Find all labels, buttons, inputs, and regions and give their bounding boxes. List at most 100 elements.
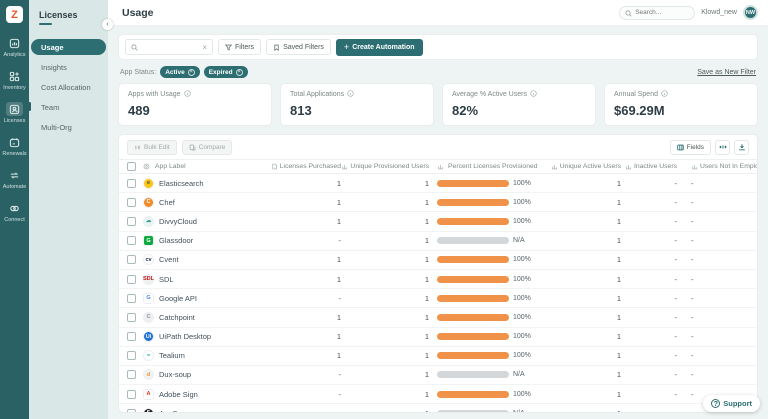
row-checkbox[interactable] [126, 389, 136, 399]
plus-icon: + [343, 42, 350, 52]
table-row[interactable]: C Chef 1 1 100% 1 - - [119, 193, 757, 213]
app-name[interactable]: Adobe Sign [159, 390, 198, 399]
row-checkbox[interactable] [126, 197, 136, 207]
global-search[interactable] [619, 5, 696, 20]
table-row[interactable]: S AppSpace - 1 N/A 1 - - [119, 404, 757, 412]
row-checkbox[interactable] [126, 274, 136, 284]
table-row[interactable]: ≈ Tealium 1 1 100% 1 - - [119, 347, 757, 366]
app-name[interactable]: Glassdoor [159, 236, 193, 245]
subnav-item-insights[interactable]: Insights [31, 59, 106, 75]
subnav-item-cost-allocation[interactable]: Cost Allocation [31, 79, 106, 95]
app-icon: SDL [143, 273, 154, 285]
app-icon: Ui [143, 331, 154, 343]
row-checkbox[interactable] [126, 408, 136, 412]
remove-chip-icon[interactable]: × [235, 68, 243, 76]
column-users-not-in-roster[interactable]: Users Not In Employee Roster [683, 163, 757, 170]
app-name[interactable]: SDL [159, 275, 174, 284]
table-row[interactable]: G Glassdoor - 1 N/A 1 - - [119, 232, 757, 251]
sidebar-collapse-button[interactable]: ‹ [102, 19, 113, 30]
bulk-edit-button[interactable]: Bulk Edit [127, 139, 177, 155]
clear-search-icon[interactable]: × [202, 43, 207, 52]
app-name[interactable]: UiPath Desktop [159, 332, 211, 341]
page-title: Usage [122, 6, 154, 19]
column-inactive-users[interactable]: Inactive Users [625, 163, 683, 170]
row-checkbox[interactable] [126, 293, 136, 303]
create-automation-button[interactable]: + Create Automation [335, 38, 423, 56]
row-checkbox[interactable] [126, 370, 136, 380]
table-row[interactable]: ☁ DivvyCloud 1 1 100% 1 - - [119, 212, 757, 232]
sidebar-item-automate[interactable]: Automate [0, 163, 29, 196]
info-icon[interactable] [661, 90, 668, 99]
app-name[interactable]: Tealium [159, 351, 185, 360]
subnav-item-usage[interactable]: Usage [31, 39, 106, 55]
users-not-in-roster-cell: - [691, 293, 694, 303]
table-search-input[interactable] [141, 43, 199, 51]
fields-button[interactable]: Fields [669, 139, 711, 155]
subnav-item-team[interactable]: Team [31, 99, 106, 115]
percent-licenses-provisioned-cell: 100% [437, 390, 563, 398]
chip-active[interactable]: Active × [160, 66, 200, 78]
table-search[interactable]: × [125, 39, 213, 55]
stat-label: Total Applications [290, 91, 345, 98]
table-row[interactable]: e Elasticsearch 1 1 100% 1 - - [119, 174, 757, 194]
info-icon[interactable] [530, 90, 537, 99]
table-row[interactable]: SDL SDL 1 1 100% 1 - - [119, 270, 757, 290]
sidebar-item-analytics[interactable]: Analytics [0, 31, 29, 64]
sidebar-item-inventory[interactable]: Inventory [0, 64, 29, 97]
app-name[interactable]: Chef [159, 198, 175, 207]
avatar[interactable]: NW [743, 5, 758, 20]
table-row[interactable]: A Adobe Sign - 1 100% 1 - - [119, 385, 757, 405]
select-all-checkbox[interactable] [126, 162, 136, 171]
column-app-label[interactable]: App Label [143, 163, 261, 170]
app-name[interactable]: AppSpace [159, 409, 194, 412]
app-name[interactable]: DivvyCloud [159, 217, 197, 226]
table-row[interactable]: G Google API - 1 100% 1 - - [119, 289, 757, 309]
app-name[interactable]: Elasticsearch [159, 179, 204, 188]
info-icon[interactable] [183, 90, 191, 99]
column-percent-licenses-provisioned[interactable]: Percent Licenses Provisioned [437, 163, 563, 170]
table-row[interactable]: Ui UiPath Desktop 1 1 100% 1 - - [119, 328, 757, 347]
column-licenses-purchased[interactable]: Licenses Purchased [261, 163, 349, 170]
sidebar-item-licenses[interactable]: Licenses [0, 97, 29, 130]
column-header-text: Percent Licenses Provisioned [448, 163, 538, 170]
brand-logo[interactable]: Z [6, 6, 23, 23]
global-search-input[interactable] [635, 9, 688, 16]
download-button[interactable] [734, 139, 749, 155]
row-checkbox[interactable] [126, 312, 136, 322]
chip-expired[interactable]: Expired × [203, 66, 248, 78]
sidebar-item-renewals[interactable]: Renewals [0, 130, 29, 163]
percent-licenses-provisioned-cell: 100% [437, 352, 563, 360]
row-checkbox[interactable] [126, 255, 136, 265]
app-name[interactable]: Catchpoint [159, 313, 195, 322]
column-unique-active-users[interactable]: Unique Active Users [551, 163, 627, 170]
save-as-new-filter-link[interactable]: Save as New Filter [697, 69, 756, 76]
funnel-icon [225, 44, 232, 51]
app-name[interactable]: Cvent [159, 255, 179, 264]
top-header: Usage Klowd_new NW [108, 0, 768, 26]
row-checkbox[interactable] [126, 216, 136, 226]
saved-filters-button[interactable]: Saved Filters [266, 39, 331, 55]
app-name[interactable]: Google API [159, 294, 197, 303]
remove-chip-icon[interactable]: × [187, 68, 195, 76]
row-checkbox[interactable] [126, 332, 136, 342]
app-status-label: App Status: [120, 68, 157, 76]
filters-button[interactable]: Filters [218, 39, 262, 55]
expand-columns-button[interactable] [715, 139, 730, 155]
table-row[interactable]: d Dux-soup - 1 N/A 1 - - [119, 366, 757, 386]
question-icon: ? [711, 399, 721, 408]
subnav-item-multi-org[interactable]: Multi-Org [31, 119, 106, 135]
app-icon: d [143, 369, 154, 381]
column-unique-provisioned-users[interactable]: Unique Provisioned Users [342, 163, 437, 170]
compare-button[interactable]: Compare [181, 139, 233, 155]
row-checkbox[interactable] [126, 178, 136, 188]
support-button[interactable]: ? Support [703, 395, 760, 412]
chart-icon [625, 165, 631, 170]
percent-bar [437, 294, 509, 302]
table-row[interactable]: cv Cvent 1 1 100% 1 - - [119, 251, 757, 270]
sidebar-item-connect[interactable]: Connect [0, 196, 29, 229]
app-name[interactable]: Dux-soup [159, 370, 191, 379]
table-row[interactable]: C Catchpoint 1 1 100% 1 - - [119, 308, 757, 328]
info-icon[interactable] [347, 90, 354, 99]
row-checkbox[interactable] [126, 351, 136, 361]
row-checkbox[interactable] [126, 236, 136, 246]
